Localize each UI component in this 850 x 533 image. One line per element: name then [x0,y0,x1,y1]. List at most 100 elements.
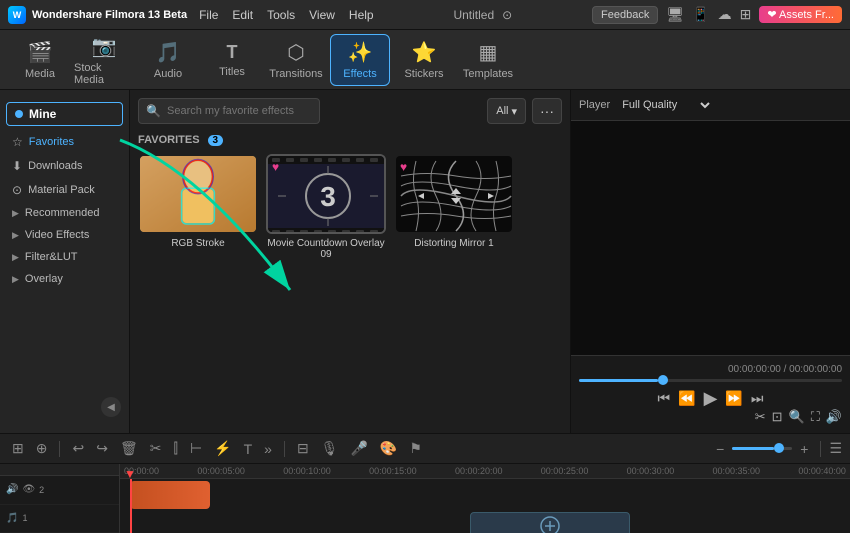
app-logo-icon: W [8,6,26,24]
track-1-eye[interactable]: 👁 [22,484,35,495]
tl-redo-icon[interactable]: ↪ [92,438,112,459]
player-screen [571,121,850,355]
play-icon[interactable]: ▶ [704,388,718,409]
mark-25: 00:00:25:00 [541,466,589,476]
downloads-label: Downloads [28,160,82,172]
tl-delete-icon[interactable]: 🗑 [116,438,142,459]
cloud-icon[interactable]: ☁ [718,6,732,23]
toolbar-templates[interactable]: ▦ Templates [458,34,518,86]
distorting-mirror-svg [396,156,514,234]
tl-more-icon[interactable]: » [260,439,276,459]
sidebar-item-recommended[interactable]: ▶ Recommended [0,202,129,224]
tl-magnet-icon[interactable]: ⊕ [32,438,52,459]
video-effects-chevron: ▶ [12,230,19,241]
menu-view[interactable]: View [309,8,335,22]
toolbar-stickers[interactable]: ⭐ Stickers [394,34,454,86]
effect-card-distorting-mirror[interactable]: ♥ [394,154,514,260]
tl-split-icon[interactable]: ⫿ [169,438,181,459]
toolbar-transitions[interactable]: ⬡ Transitions [266,34,326,86]
favorites-section-title: FAVORITES 3 [138,134,562,146]
media-clip-1[interactable] [470,512,630,533]
video-clip-1[interactable] [130,481,210,509]
tl-mic-icon[interactable]: 🎤 [346,438,371,459]
crop-icon[interactable]: ⊡ [772,409,783,425]
sidebar-item-video-effects[interactable]: ▶ Video Effects [0,224,129,246]
video-effects-label: Video Effects [25,229,89,241]
more-options-button[interactable]: ··· [532,98,562,124]
tl-color-icon[interactable]: 🎨 [376,438,401,459]
sidebar-item-material-pack[interactable]: ⊙ Material Pack [0,178,129,202]
sidebar-mine[interactable]: Mine [6,102,123,126]
tl-zoom-out-icon[interactable]: − [712,439,728,459]
mark-20: 00:00:20:00 [455,466,503,476]
menu-tools[interactable]: Tools [267,8,295,22]
zoom-slider[interactable] [732,447,792,450]
toolbar-titles[interactable]: T Titles [202,34,262,86]
downloads-icon: ⬇ [12,159,22,173]
sidebar-item-filter-lut[interactable]: ▶ Filter&LUT [0,246,129,268]
zoom-in-icon[interactable]: 🔍 [789,409,805,425]
effect-card-movie-countdown[interactable]: ♥ [266,154,386,260]
movie-countdown-thumb: ♥ [266,154,386,234]
movie-countdown-fav-icon: ♥ [272,160,279,174]
fullscreen-icon[interactable]: ⛶ [811,409,820,425]
player-progress-bar[interactable] [579,379,842,382]
overlay-label: Overlay [25,273,63,285]
timeline-toolbar: ⊞ ⊕ ↩ ↪ 🗑 ✂ ⫿ ⊢ ⚡ T » ⊟ 🎙 🎤 🎨 ⚑ − + ☰ [0,434,850,464]
skip-back-icon[interactable]: ⏮ [658,390,671,407]
tl-sep-3 [820,441,821,457]
sidebar-item-favorites[interactable]: ☆ Favorites [0,130,129,154]
mark-30: 00:00:30:00 [627,466,675,476]
toolbar-effects[interactable]: ✨ Effects [330,34,390,86]
grid-icon[interactable]: ⊞ [740,6,752,23]
tl-mark-icon[interactable]: ⚑ [405,438,426,459]
collapse-sidebar-button[interactable]: ◀ [101,397,121,417]
title-status-icon: ⊙ [502,8,512,22]
menu-file[interactable]: File [199,8,218,22]
filter-button[interactable]: All ▾ [487,98,526,124]
distorting-mirror-label: Distorting Mirror 1 [394,238,514,249]
svg-text:3: 3 [320,181,336,212]
toolbar-media[interactable]: 🎬 Media [10,34,70,86]
tl-trim-icon[interactable]: ⊢ [186,438,206,459]
main-toolbar: 🎬 Media 📷 Stock Media 🎵 Audio T Titles ⬡… [0,30,850,90]
project-title: Untitled [453,8,494,22]
tl-speed-icon[interactable]: ⚡ [210,438,235,459]
material-pack-label: Material Pack [28,184,95,196]
sidebar: Mine ☆ Favorites ⬇ Downloads ⊙ Material … [0,90,130,433]
track-2-icon: 🎵 [6,513,18,524]
tl-hamburger-icon[interactable]: ☰ [829,440,842,457]
tl-audio-icon[interactable]: 🎙 [317,438,343,459]
tl-clip-icon[interactable]: ⊟ [293,438,313,459]
sidebar-item-overlay[interactable]: ▶ Overlay [0,268,129,290]
tl-zoom-in-icon[interactable]: + [796,439,812,459]
scissors-icon[interactable]: ✂ [755,409,766,425]
tl-cut-icon[interactable]: ✂ [146,438,166,459]
skip-forward-icon[interactable]: ⏭ [751,390,764,407]
sidebar-item-downloads[interactable]: ⬇ Downloads [0,154,129,178]
menu-help[interactable]: Help [349,8,374,22]
monitor-icon[interactable]: 🖥 [666,6,684,23]
mark-15: 00:00:15:00 [369,466,417,476]
effect-card-rgb-stroke[interactable]: RGB Stroke [138,154,258,260]
volume-icon[interactable]: 🔊 [826,409,842,425]
assets-button[interactable]: ❤ Assets Fr... [759,6,842,23]
top-right-icons: 🖥 📱 ☁ ⊞ [666,6,751,23]
frame-back-icon[interactable]: ⏪ [678,390,695,407]
playhead[interactable] [130,479,132,533]
quality-select[interactable]: Full Quality Half Quality Quarter Qualit… [618,98,713,112]
tl-layout-icon[interactable]: ⊞ [8,438,28,459]
rgb-stroke-svg [140,154,256,234]
toolbar-audio[interactable]: 🎵 Audio [138,34,198,86]
tl-undo-icon[interactable]: ↩ [68,438,88,459]
menu-edit[interactable]: Edit [232,8,253,22]
search-input[interactable] [138,98,320,124]
tl-text-icon[interactable]: T [240,439,257,459]
toolbar-stock-media[interactable]: 📷 Stock Media [74,34,134,86]
mark-40: 00:00:40:00 [798,466,846,476]
phone-icon[interactable]: 📱 [692,6,709,23]
player-extra-buttons: ✂ ⊡ 🔍 ⛶ 🔊 [579,409,842,425]
timeline-ruler: 00:00:00 00:00:05:00 00:00:10:00 00:00:1… [120,464,850,479]
frame-forward-icon[interactable]: ⏩ [725,390,742,407]
feedback-button[interactable]: Feedback [592,6,658,24]
